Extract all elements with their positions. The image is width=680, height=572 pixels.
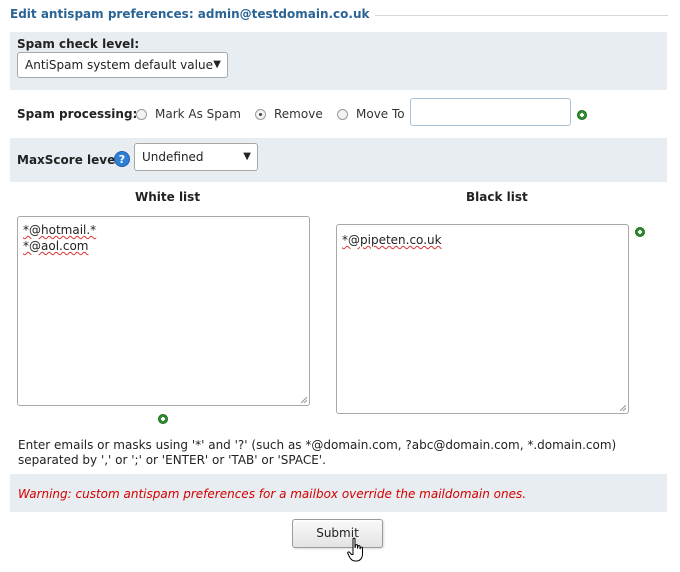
submit-button[interactable]: Submit — [292, 519, 383, 548]
hint-text: Enter emails or masks using '*' and '?' … — [18, 438, 617, 467]
maxscore-value: Undefined — [142, 150, 204, 164]
warning-row: Warning: custom antispam preferences for… — [10, 474, 667, 512]
white-list-entry: *@aol.com — [23, 239, 89, 253]
warning-text: Warning: custom antispam preferences for… — [18, 487, 527, 501]
spam-check-row: Spam check level: AntiSpam system defaul… — [10, 32, 667, 90]
page-title: Edit antispam preferences: admin@testdom… — [10, 7, 376, 21]
white-list-textarea[interactable]: *@hotmail.* *@aol.com — [17, 216, 310, 406]
black-list-title: Black list — [466, 190, 528, 204]
dropdown-arrow-icon: ▼ — [213, 59, 221, 70]
lists-row: White list Black list *@hotmail.* *@aol.… — [10, 184, 667, 430]
radio-mark-as-spam[interactable] — [136, 109, 147, 120]
spam-processing-label: Spam processing: — [17, 107, 138, 121]
white-list-title: White list — [135, 190, 201, 204]
radio-mark-as-spam-label: Mark As Spam — [155, 107, 241, 121]
radio-move-to-label: Move To — [356, 107, 405, 121]
spam-check-value: AntiSpam system default value — [25, 58, 213, 72]
move-to-input[interactable] — [410, 98, 571, 126]
add-folder-icon[interactable] — [577, 110, 587, 120]
submit-row: Submit — [10, 512, 667, 554]
spam-check-select[interactable]: AntiSpam system default value ▼ — [17, 52, 228, 78]
maxscore-label: MaxScore level: — [17, 153, 125, 167]
maxscore-row: MaxScore level: ? Undefined ▼ — [10, 138, 667, 182]
hint-row: Enter emails or masks using '*' and '?' … — [10, 432, 667, 472]
resize-handle[interactable] — [301, 397, 307, 403]
spam-processing-row: Spam processing: Mark As Spam Remove Mov… — [10, 92, 667, 136]
maxscore-select[interactable]: Undefined ▼ — [134, 143, 258, 171]
help-icon[interactable]: ? — [114, 151, 130, 167]
radio-remove-label: Remove — [274, 107, 323, 121]
add-white-entry-icon[interactable] — [158, 414, 168, 424]
black-list-textarea[interactable]: *@pipeten.co.uk — [336, 224, 629, 414]
radio-remove[interactable] — [255, 109, 266, 120]
dropdown-arrow-icon: ▼ — [243, 151, 251, 162]
black-list-entry: *@pipeten.co.uk — [342, 233, 442, 247]
resize-handle[interactable] — [620, 405, 626, 411]
form-legend: Edit antispam preferences: admin@testdom… — [0, 0, 680, 30]
spam-check-label: Spam check level: — [17, 37, 140, 51]
add-black-entry-icon[interactable] — [635, 227, 645, 237]
radio-move-to[interactable] — [337, 109, 348, 120]
white-list-entry: *@hotmail.* — [23, 223, 97, 237]
hand-cursor-icon — [347, 537, 363, 562]
